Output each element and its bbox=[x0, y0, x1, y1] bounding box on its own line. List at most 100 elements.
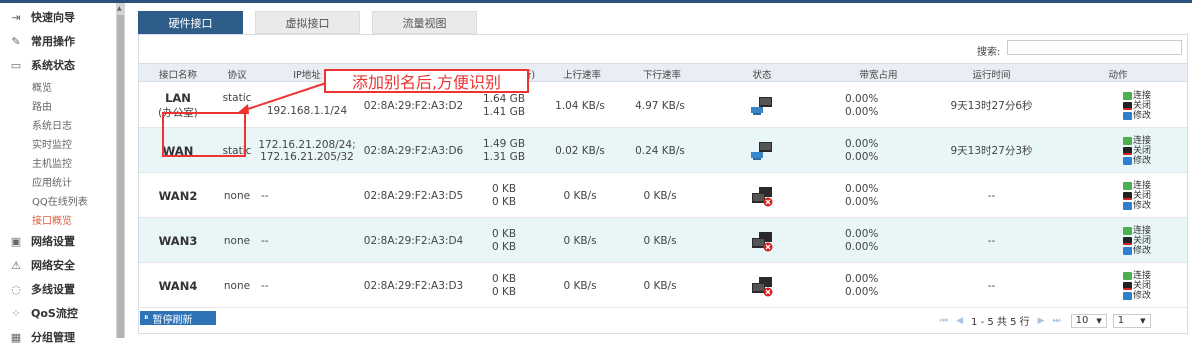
sidebar-group-bottom1[interactable]: ⚠ 网络安全 bbox=[0, 253, 116, 277]
bandwidth-up-value: 0.00% bbox=[845, 227, 879, 240]
sidebar-subitem[interactable]: 概览 bbox=[0, 77, 116, 96]
sidebar-subitem[interactable]: 实时监控 bbox=[0, 134, 116, 153]
connect-action-label: 连接 bbox=[1133, 270, 1152, 281]
connect-action[interactable]: 连接 bbox=[1123, 91, 1151, 101]
connect-action[interactable]: 连接 bbox=[1123, 136, 1151, 146]
sidebar-subitem[interactable]: QQ在线列表 bbox=[0, 191, 116, 210]
column-header[interactable]: 协议 bbox=[217, 67, 257, 81]
search-label: 搜索: bbox=[977, 47, 1001, 58]
close-action[interactable]: 关闭 bbox=[1123, 191, 1151, 201]
sidebar-group-bottom2[interactable]: ◌ 多线设置 bbox=[0, 277, 116, 301]
table-cell: 0 KB 0 KB bbox=[470, 218, 542, 263]
network-connected-icon bbox=[751, 96, 772, 115]
edit-action-label: 修改 bbox=[1133, 200, 1152, 211]
sidebar-group-top0[interactable]: ⇥ 快速向导 bbox=[0, 5, 116, 29]
table-cell: -- bbox=[257, 218, 357, 263]
bandwidth-up-value: 0.00% bbox=[845, 137, 879, 150]
network-disconnected-icon bbox=[752, 186, 773, 206]
edit-action-label: 修改 bbox=[1133, 110, 1152, 121]
sidebar-scrollbar[interactable]: ▲ bbox=[116, 3, 125, 338]
column-header[interactable]: 下行速率 bbox=[622, 67, 702, 81]
prev-page-icon[interactable]: ◀ bbox=[956, 316, 963, 326]
close-action-label: 关闭 bbox=[1133, 100, 1152, 111]
sidebar-subitem[interactable]: 应用统计 bbox=[0, 172, 116, 191]
column-header[interactable]: 运行时间 bbox=[935, 67, 1048, 81]
table-cell bbox=[702, 263, 822, 308]
table-cell: 02:8A:29:F2:A3:D6 bbox=[357, 128, 470, 173]
connect-action[interactable]: 连接 bbox=[1123, 181, 1151, 191]
edit-action[interactable]: 修改 bbox=[1123, 246, 1151, 256]
edit-action[interactable]: 修改 bbox=[1123, 201, 1151, 211]
search-input[interactable] bbox=[1007, 40, 1182, 55]
upload-rate-value: 0 KB/s bbox=[563, 280, 597, 292]
column-header[interactable]: 上行速率 bbox=[542, 67, 622, 81]
sidebar-subitem[interactable]: 系统日志 bbox=[0, 115, 116, 134]
sidebar-group-label: 网络安全 bbox=[31, 259, 75, 272]
page-select[interactable]: 1 ▼ bbox=[1112, 313, 1151, 328]
interface-name-label: LAN bbox=[165, 91, 191, 105]
sidebar-group-bottom4[interactable]: ▦ 分组管理 bbox=[0, 325, 116, 349]
sidebar-subitem[interactable]: 接口概览 bbox=[0, 210, 116, 229]
close-action[interactable]: 关闭 bbox=[1123, 281, 1151, 291]
sidebar-group-label: 快速向导 bbox=[31, 11, 75, 24]
ip-line: 172.16.21.205/32 bbox=[260, 150, 354, 163]
edit-action[interactable]: 修改 bbox=[1123, 156, 1151, 166]
column-header[interactable]: 接口名称 bbox=[139, 67, 217, 81]
close-action[interactable]: 关闭 bbox=[1123, 236, 1151, 246]
table-cell: 0.02 KB/s bbox=[542, 128, 622, 173]
table-cell: 0 KB 0 KB bbox=[470, 173, 542, 218]
uptime: -- bbox=[987, 279, 996, 292]
sidebar-group-bottom3[interactable]: ⁘ QoS流控 bbox=[0, 301, 116, 325]
bandwidth-up-value: 0.00% bbox=[845, 92, 879, 105]
traffic-up: 0 KB bbox=[492, 183, 520, 196]
tab-hardware-interfaces[interactable]: 硬件接口 bbox=[138, 11, 243, 34]
last-page-icon[interactable]: ⏭ bbox=[1053, 316, 1061, 326]
table-cell: 1.04 KB/s bbox=[542, 83, 622, 128]
first-page-icon[interactable]: ⏮ bbox=[940, 316, 948, 326]
close-action-label: 关闭 bbox=[1133, 145, 1152, 156]
next-page-icon[interactable]: ▶ bbox=[1038, 316, 1045, 326]
ip-line: -- bbox=[261, 234, 269, 247]
sidebar-group-bottom0[interactable]: ▣ 网络设置 bbox=[0, 229, 116, 253]
sidebar-subitem[interactable]: 路由 bbox=[0, 96, 116, 115]
network-disconnected-icon bbox=[752, 231, 773, 251]
close-action[interactable]: 关闭 bbox=[1123, 146, 1151, 156]
column-header[interactable]: 带宽占用 bbox=[822, 67, 935, 81]
edit-action[interactable]: 修改 bbox=[1123, 291, 1151, 301]
connect-action-label: 连接 bbox=[1133, 90, 1152, 101]
action-links: 连接 关闭 修改 bbox=[1123, 91, 1151, 121]
connect-action[interactable]: 连接 bbox=[1123, 226, 1151, 236]
sidebar-subitem[interactable]: 主机监控 bbox=[0, 153, 116, 172]
uptime: -- bbox=[987, 189, 996, 202]
table-cell: 02:8A:29:F2:A3:D4 bbox=[357, 218, 470, 263]
pause-refresh-button[interactable]: ⏸ 暂停刷新 bbox=[140, 311, 216, 326]
upload-rate-value: 1.04 KB/s bbox=[555, 100, 605, 112]
tab-traffic-view[interactable]: 流量视图 bbox=[372, 11, 477, 34]
close-action[interactable]: 关闭 bbox=[1123, 101, 1151, 111]
interface-name: WAN2 bbox=[159, 190, 198, 202]
tab-virtual-interfaces[interactable]: 虚拟接口 bbox=[255, 11, 360, 34]
table-cell: 0 KB 0 KB bbox=[470, 263, 542, 308]
bandwidth-down: 0.00% bbox=[845, 151, 882, 164]
bandwidth-down-value: 0.00% bbox=[845, 105, 879, 118]
edit-action-label: 修改 bbox=[1133, 155, 1152, 166]
sidebar-group-top2[interactable]: ▭ 系统状态 bbox=[0, 53, 116, 77]
download-rate: 0 KB/s bbox=[643, 189, 680, 202]
edit-action[interactable]: 修改 bbox=[1123, 111, 1151, 121]
scroll-up-arrow-icon[interactable]: ▲ bbox=[117, 5, 122, 12]
table-cell: 0 KB/s bbox=[622, 263, 702, 308]
page-size-select[interactable]: 10 ▼ bbox=[1070, 313, 1107, 328]
pagination: ⏮ ◀ 1 - 5 共 5 行 ▶ ⏭ 10 ▼ 1 ▼ bbox=[936, 313, 1151, 328]
upload-rate-value: 0 KB/s bbox=[563, 190, 597, 202]
sidebar-group-top1[interactable]: ✎ 常用操作 bbox=[0, 29, 116, 53]
close-icon bbox=[1123, 146, 1132, 155]
scrollbar-thumb[interactable] bbox=[117, 15, 124, 338]
table-cell: 02:8A:29:F2:A3:D3 bbox=[357, 263, 470, 308]
column-header[interactable]: 状态 bbox=[702, 67, 822, 81]
connect-action[interactable]: 连接 bbox=[1123, 271, 1151, 281]
sidebar-group-icon: ◌ bbox=[11, 282, 21, 296]
close-icon bbox=[1123, 191, 1132, 200]
column-header[interactable]: 动作 bbox=[1048, 67, 1188, 81]
interface-table-panel: 搜索: 接口名称协议IP地址MAC地址流量(上/下行)上行速率下行速率状态带宽占… bbox=[138, 34, 1188, 334]
traffic: 0 KB 0 KB bbox=[492, 183, 520, 209]
